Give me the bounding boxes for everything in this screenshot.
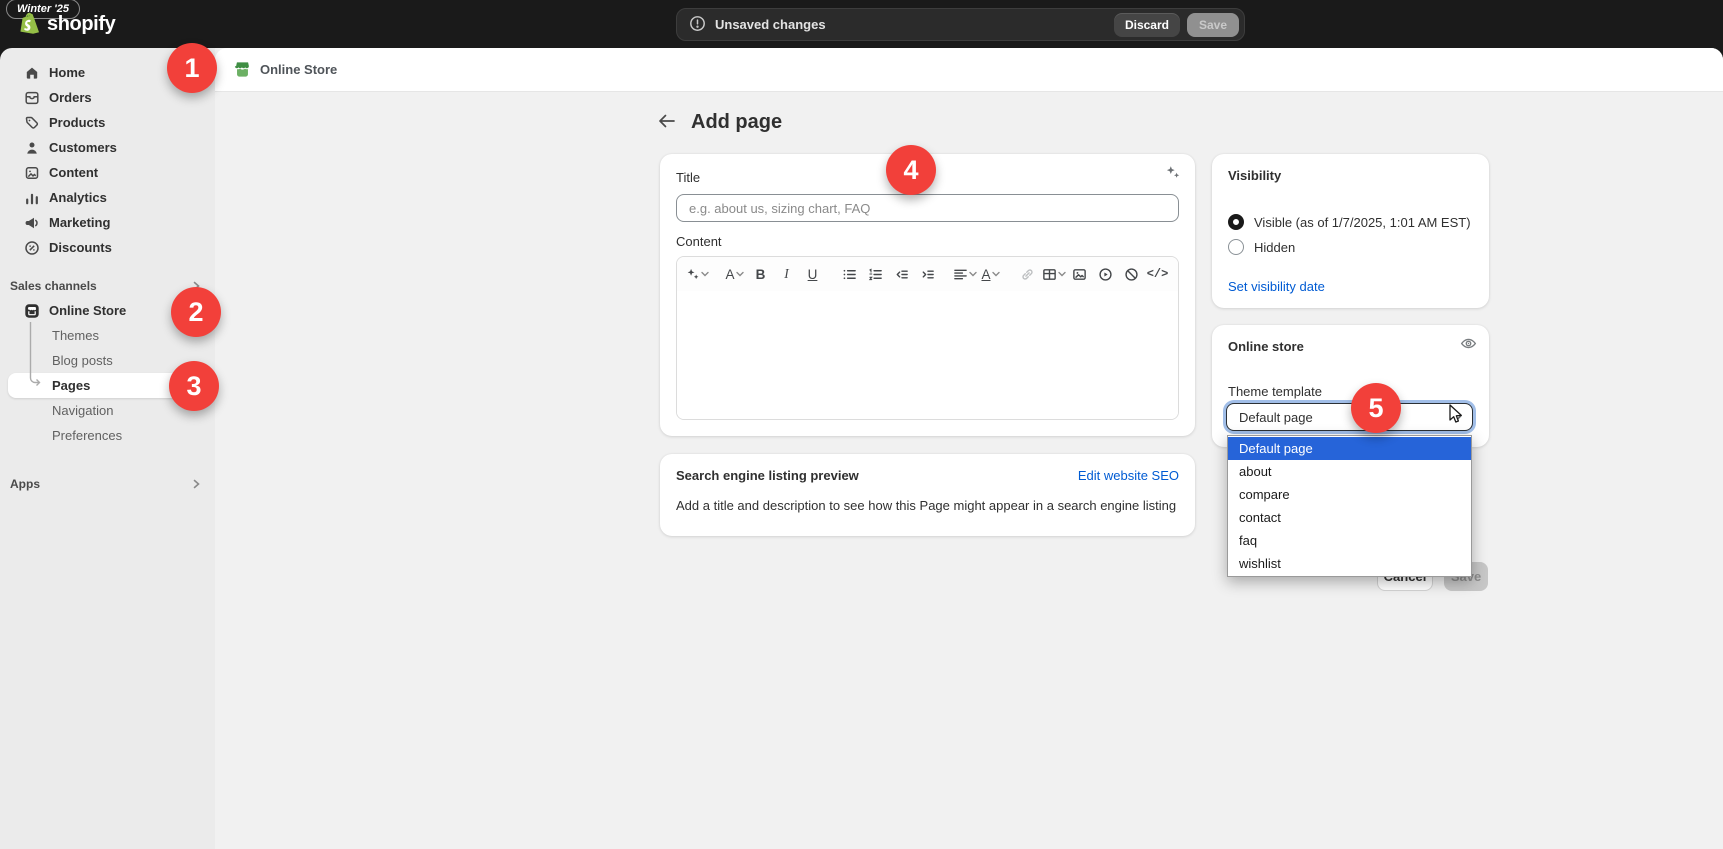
online-store-green-icon (233, 60, 252, 79)
alignment-button[interactable] (952, 262, 977, 287)
dropdown-option-about[interactable]: about (1228, 460, 1471, 483)
table-button[interactable] (1041, 262, 1066, 287)
discounts-icon (24, 240, 40, 256)
orders-icon (24, 90, 40, 106)
numbered-list-button[interactable] (863, 262, 888, 287)
underline-button[interactable]: U (800, 262, 825, 287)
edit-website-seo-link[interactable]: Edit website SEO (1078, 468, 1179, 483)
content-label: Content (676, 234, 722, 249)
outdent-button[interactable] (889, 262, 914, 287)
chevron-down-icon (1453, 414, 1462, 421)
seo-description: Add a title and description to see how t… (676, 498, 1179, 513)
marketing-icon (24, 215, 40, 231)
shopify-wordmark: shopify (47, 13, 115, 36)
content-textarea[interactable] (677, 291, 1178, 420)
analytics-icon (24, 190, 40, 206)
main-area: Online Store Add page Title Content (215, 48, 1723, 849)
page-title: Add page (691, 111, 782, 134)
chevron-down-icon (1058, 271, 1066, 277)
dropdown-option-default-page[interactable]: Default page (1228, 437, 1471, 460)
chevron-down-icon (701, 271, 709, 277)
seo-card: Search engine listing preview Edit websi… (660, 454, 1195, 536)
back-arrow-icon (658, 114, 676, 128)
storefront-icon (24, 303, 40, 319)
visibility-card: Visibility Visible (as of 1/7/2025, 1:01… (1212, 154, 1489, 308)
discard-button[interactable]: Discard (1114, 13, 1180, 37)
online-store-card: Online store Theme template Default page (1212, 325, 1489, 447)
sidebar-item-products[interactable]: Products (8, 110, 207, 135)
online-store-card-title: Online store (1228, 339, 1304, 354)
set-visibility-date-link[interactable]: Set visibility date (1228, 279, 1325, 294)
theme-template-label: Theme template (1228, 384, 1322, 399)
shopify-logo[interactable]: shopify (18, 0, 115, 48)
sidebar-item-preferences[interactable]: Preferences (8, 423, 207, 448)
italic-button[interactable]: I (774, 262, 799, 287)
apps-header[interactable]: Apps (0, 471, 215, 496)
selected-template-value: Default page (1239, 410, 1313, 425)
step-1-annotation: 1 (167, 43, 217, 93)
chevron-down-icon (736, 271, 744, 277)
title-input[interactable] (676, 194, 1179, 222)
image-button[interactable] (1067, 262, 1092, 287)
seo-card-title: Search engine listing preview (676, 468, 859, 483)
radio-selected-icon (1228, 214, 1244, 230)
sidebar-item-analytics[interactable]: Analytics (8, 185, 207, 210)
dropdown-option-contact[interactable]: contact (1228, 506, 1471, 529)
indent-button[interactable] (915, 262, 940, 287)
sidebar: Home Orders Products Customers Content A… (0, 48, 215, 849)
customers-icon (24, 140, 40, 156)
step-2-annotation: 2 (171, 287, 221, 337)
chevron-down-icon (969, 271, 977, 277)
video-button[interactable] (1093, 262, 1118, 287)
radio-unselected-icon (1228, 239, 1244, 255)
clear-formatting-button[interactable] (1119, 262, 1144, 287)
alert-icon (689, 15, 706, 35)
chevron-right-icon (192, 479, 201, 489)
theme-template-select[interactable]: Default page (1226, 403, 1473, 431)
step-3-annotation: 3 (169, 361, 219, 411)
shopify-bag-icon (18, 11, 40, 38)
step-4-annotation: 4 (886, 145, 936, 195)
content-editor: A B I U (676, 256, 1179, 420)
breadcrumb-label: Online Store (260, 62, 337, 77)
save-button-topbar[interactable]: Save (1187, 13, 1239, 37)
hidden-radio-option[interactable]: Hidden (1228, 239, 1295, 255)
dropdown-option-wishlist[interactable]: wishlist (1228, 552, 1471, 575)
dropdown-option-compare[interactable]: compare (1228, 483, 1471, 506)
eye-icon[interactable] (1460, 335, 1477, 355)
unsaved-changes-banner: Unsaved changes Discard Save (676, 8, 1245, 41)
back-button[interactable] (653, 108, 681, 136)
breadcrumb[interactable]: Online Store (215, 48, 1723, 92)
topbar: shopify Winter '25 Unsaved changes Disca… (0, 0, 1723, 48)
content-icon (24, 165, 40, 181)
products-icon (24, 115, 40, 131)
link-button[interactable] (1015, 262, 1040, 287)
code-view-button[interactable]: </> (1145, 262, 1170, 287)
hidden-option-label: Hidden (1254, 240, 1295, 255)
chevron-down-icon (992, 271, 1000, 277)
ai-sparkle-icon[interactable] (1165, 164, 1181, 183)
editor-toolbar: A B I U (677, 257, 1178, 291)
home-icon (24, 65, 40, 81)
text-color-button[interactable]: A (978, 262, 1003, 287)
title-label: Title (676, 170, 700, 185)
dropdown-option-faq[interactable]: faq (1228, 529, 1471, 552)
sidebar-item-customers[interactable]: Customers (8, 135, 207, 160)
title-content-card: Title Content A B I (660, 154, 1195, 436)
template-dropdown: Default page about compare contact faq w… (1227, 435, 1472, 577)
bullet-list-button[interactable] (837, 262, 862, 287)
workspace: Home Orders Products Customers Content A… (0, 48, 1723, 849)
bold-button[interactable]: B (748, 262, 773, 287)
visible-radio-option[interactable]: Visible (as of 1/7/2025, 1:01 AM EST) (1228, 214, 1471, 230)
sidebar-item-discounts[interactable]: Discounts (8, 235, 207, 260)
text-style-button[interactable]: A (722, 262, 747, 287)
step-5-annotation: 5 (1351, 383, 1401, 433)
sidebar-item-marketing[interactable]: Marketing (8, 210, 207, 235)
unsaved-changes-text: Unsaved changes (715, 17, 826, 32)
sidebar-item-content[interactable]: Content (8, 160, 207, 185)
visibility-card-title: Visibility (1228, 168, 1281, 183)
ai-assist-button[interactable] (685, 262, 710, 287)
visible-option-label: Visible (as of 1/7/2025, 1:01 AM EST) (1254, 215, 1471, 230)
